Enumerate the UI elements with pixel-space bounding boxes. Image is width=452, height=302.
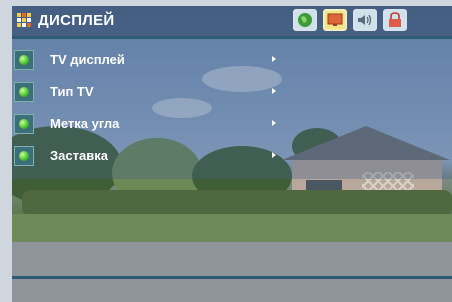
bottom-divider [12, 276, 452, 279]
page-title: ДИСПЛЕЙ [38, 12, 115, 29]
hedge [22, 190, 452, 216]
lawn [12, 214, 452, 244]
menu-item-screensaver[interactable]: Заставка [14, 146, 284, 166]
settings-grid-icon [17, 13, 31, 27]
chevron-right-icon [272, 152, 276, 158]
speaker-icon [358, 14, 372, 26]
chevron-right-icon [272, 120, 276, 126]
menu-item-tv-display[interactable]: TV дисплей [14, 50, 284, 70]
menu-item-label: Заставка [50, 148, 108, 163]
chevron-right-icon [272, 88, 276, 94]
tab-display[interactable] [323, 9, 347, 31]
tab-language[interactable] [293, 9, 317, 31]
road [12, 242, 452, 302]
bullet-icon [14, 146, 34, 166]
tab-parental-lock[interactable] [383, 9, 407, 31]
menu-item-label: Метка угла [50, 116, 120, 131]
menu-item-label: Тип TV [50, 84, 94, 99]
globe-icon [298, 13, 312, 27]
menu-item-tv-type[interactable]: Тип TV [14, 82, 284, 102]
bullet-icon [14, 82, 34, 102]
lock-icon [389, 12, 401, 27]
menu-item-angle-mark[interactable]: Метка угла [14, 114, 284, 134]
menu-item-label: TV дисплей [50, 52, 125, 67]
tab-audio[interactable] [353, 9, 377, 31]
bullet-icon [14, 114, 34, 134]
bullet-icon [14, 50, 34, 70]
display-icon [327, 13, 343, 26]
chevron-right-icon [272, 56, 276, 62]
menu-header: ДИСПЛЕЙ [12, 6, 452, 39]
